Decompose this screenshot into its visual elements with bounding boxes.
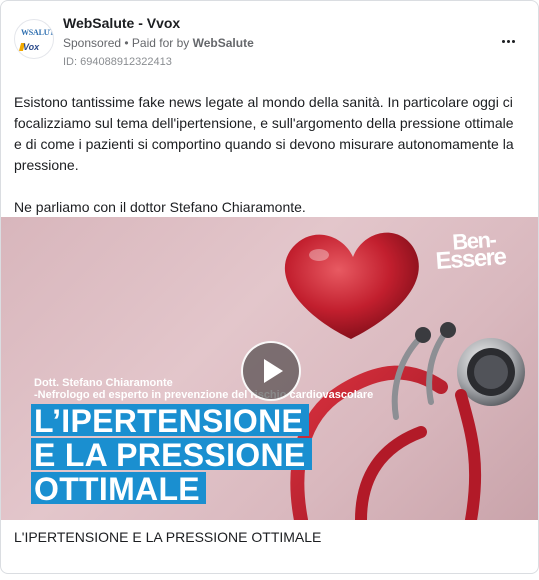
benessere-logo: Ben- Essere: [435, 227, 506, 275]
video-headline: L’IPERTENSIONE E LA PRESSIONE OTTIMALE: [31, 404, 312, 506]
more-options-icon-dot: [511, 39, 515, 43]
play-icon: [264, 359, 283, 383]
doctor-role: -Nefrologo ed esperto in prevenzione del…: [34, 389, 374, 401]
headline-line: L’IPERTENSIONE: [31, 404, 310, 437]
post-header: WSALUTE Vox WebSalute - Vvox Sponsored •…: [1, 1, 538, 81]
avatar-logo-bottom: Vox: [23, 42, 40, 52]
heart-shape: [284, 232, 419, 339]
avatar-logo-top: WSALUTE: [21, 28, 54, 37]
more-options-icon: [501, 39, 505, 43]
body-paragraph: Ne parliamo con il dottor Stefano Chiara…: [14, 199, 306, 215]
page-avatar[interactable]: WSALUTE Vox: [14, 19, 54, 59]
doctor-name: Dott. Stefano Chiaramonte: [34, 377, 173, 389]
video-thumbnail[interactable]: Ben- Essere Dott. Stefano Chiaramonte -N…: [1, 217, 538, 520]
separator-dot: •: [121, 36, 132, 50]
more-options-icon-dot: [506, 39, 510, 43]
ad-id: ID: 694088912322413: [63, 56, 172, 68]
sponsored-label: Sponsored: [63, 36, 122, 50]
body-paragraph: Esistono tantissime fake news legate al …: [14, 94, 514, 173]
headline-line: OTTIMALE: [31, 472, 206, 505]
logo-line-2: Essere: [434, 243, 507, 276]
paid-for-prefix: Paid for by: [131, 36, 193, 50]
play-button[interactable]: [241, 341, 301, 401]
more-options-button[interactable]: [495, 29, 521, 53]
page-name-link[interactable]: WebSalute - Vvox: [63, 15, 180, 31]
sponsored-post-card: WSALUTE Vox WebSalute - Vvox Sponsored •…: [0, 0, 539, 574]
sponsor-line: Sponsored • Paid for by WebSalute: [63, 36, 254, 50]
paid-for-name: WebSalute: [192, 36, 254, 50]
video-caption[interactable]: L'IPERTENSIONE E LA PRESSIONE OTTIMALE: [14, 529, 321, 545]
headline-line: E LA PRESSIONE: [31, 438, 312, 471]
